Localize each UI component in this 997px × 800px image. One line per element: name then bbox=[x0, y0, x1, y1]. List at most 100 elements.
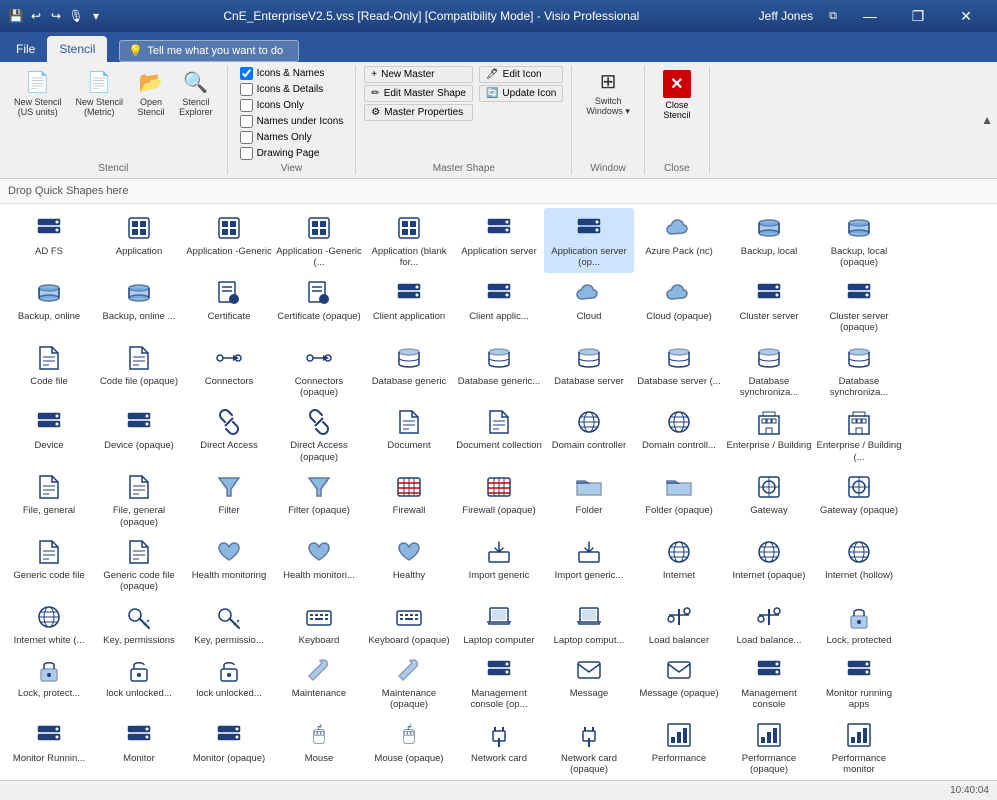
shape-item-firewall-op[interactable]: Firewall (opaque) bbox=[454, 467, 544, 532]
shape-item-cluster-server[interactable]: Cluster server bbox=[724, 273, 814, 338]
shape-item-filter-op[interactable]: Filter (opaque) bbox=[274, 467, 364, 532]
shape-item-lock-protected[interactable]: Lock, protected bbox=[814, 597, 904, 650]
shape-item-message[interactable]: Message bbox=[544, 650, 634, 715]
shape-item-performance-op[interactable]: Performance (opaque) bbox=[724, 715, 814, 780]
shape-item-backup-online-op[interactable]: Backup, online ... bbox=[94, 273, 184, 338]
shape-item-internet[interactable]: Internet bbox=[634, 532, 724, 597]
user-name[interactable]: Jeff Jones bbox=[759, 9, 813, 23]
tab-stencil[interactable]: Stencil bbox=[47, 36, 107, 62]
shape-item-health-monitoring[interactable]: Health monitoring bbox=[184, 532, 274, 597]
shape-item-connectors-op[interactable]: Connectors (opaque) bbox=[274, 338, 364, 403]
shape-item-import-generic-op[interactable]: Import generic... bbox=[544, 532, 634, 597]
tab-file[interactable]: File bbox=[4, 36, 47, 62]
shape-item-azure-pack-nc[interactable]: Azure Pack (nc) bbox=[634, 208, 724, 273]
shape-item-internet-white[interactable]: Internet white (... bbox=[4, 597, 94, 650]
tell-me-input[interactable]: 💡 Tell me what you want to do bbox=[119, 40, 299, 62]
shape-item-client-applic-op[interactable]: Client applic... bbox=[454, 273, 544, 338]
stencil-explorer-btn[interactable]: 🔍 StencilExplorer bbox=[173, 66, 219, 120]
icons-names-option[interactable]: Icons & Names bbox=[236, 66, 329, 81]
shape-item-backup-local[interactable]: Backup, local bbox=[724, 208, 814, 273]
shape-item-application-generic[interactable]: Application -Generic bbox=[184, 208, 274, 273]
icons-only-checkbox[interactable] bbox=[240, 99, 253, 112]
shape-item-healthy[interactable]: Healthy bbox=[364, 532, 454, 597]
shape-item-folder-op[interactable]: Folder (opaque) bbox=[634, 467, 724, 532]
shape-item-load-balanc-op[interactable]: Load balance... bbox=[724, 597, 814, 650]
shape-item-certificate[interactable]: Certificate bbox=[184, 273, 274, 338]
shape-item-performance[interactable]: Performance bbox=[634, 715, 724, 780]
shape-item-document[interactable]: Document bbox=[364, 402, 454, 467]
shape-item-database-server-op[interactable]: Database server (... bbox=[634, 338, 724, 403]
shape-item-database-generic-op[interactable]: Database generic... bbox=[454, 338, 544, 403]
shape-item-filter[interactable]: Filter bbox=[184, 467, 274, 532]
shape-item-file-general-op[interactable]: File, general (opaque) bbox=[94, 467, 184, 532]
shape-item-firewall[interactable]: Firewall bbox=[364, 467, 454, 532]
new-stencil-us-btn[interactable]: 📄 New Stencil(US units) bbox=[8, 66, 68, 120]
shape-item-mouse[interactable]: 🖱Mouse bbox=[274, 715, 364, 780]
shape-item-certificate-op[interactable]: Certificate (opaque) bbox=[274, 273, 364, 338]
names-under-checkbox[interactable] bbox=[240, 115, 253, 128]
quick-access-toolbar[interactable]: 💾 ↩ ↪ 🎙 ▾ bbox=[8, 8, 104, 24]
shape-item-enterprise-building-op[interactable]: Enterprise / Building (... bbox=[814, 402, 904, 467]
shape-item-generic-code-file[interactable]: Generic code file bbox=[4, 532, 94, 597]
master-properties-btn[interactable]: ⚙ Master Properties bbox=[364, 104, 473, 121]
shape-item-internet-hollow[interactable]: Internet (hollow) bbox=[814, 532, 904, 597]
minimize-btn[interactable]: — bbox=[847, 0, 893, 32]
shape-item-device[interactable]: Device bbox=[4, 402, 94, 467]
shape-item-keyboard-op[interactable]: Keyboard (opaque) bbox=[364, 597, 454, 650]
shape-item-gateway-op[interactable]: Gateway (opaque) bbox=[814, 467, 904, 532]
switch-windows-btn[interactable]: ⊞ SwitchWindows ▾ bbox=[580, 66, 636, 120]
shape-item-backup-online[interactable]: Backup, online bbox=[4, 273, 94, 338]
shape-item-database-server[interactable]: Database server bbox=[544, 338, 634, 403]
shape-item-network-card[interactable]: Network card bbox=[454, 715, 544, 780]
shape-item-laptop-computer[interactable]: Laptop computer bbox=[454, 597, 544, 650]
undo-icon[interactable]: ↩ bbox=[28, 8, 44, 24]
redo-icon[interactable]: ↪ bbox=[48, 8, 64, 24]
close-btn[interactable]: ✕ bbox=[943, 0, 989, 32]
shape-item-internet-op[interactable]: Internet (opaque) bbox=[724, 532, 814, 597]
shape-item-file-general[interactable]: File, general bbox=[4, 467, 94, 532]
drawing-page-option[interactable]: Drawing Page bbox=[236, 146, 324, 161]
shape-item-cloud-op[interactable]: Cloud (opaque) bbox=[634, 273, 724, 338]
shape-item-performance-monitor[interactable]: Performance monitor bbox=[814, 715, 904, 780]
shape-item-key-permissions[interactable]: Key, permissions bbox=[94, 597, 184, 650]
icons-names-checkbox[interactable] bbox=[240, 67, 253, 80]
icons-only-option[interactable]: Icons Only bbox=[236, 98, 308, 113]
shape-item-database-sync-op[interactable]: Database synchroniza... bbox=[814, 338, 904, 403]
close-stencil-btn[interactable]: ✕ CloseStencil bbox=[653, 66, 701, 124]
shape-item-mouse-op[interactable]: 🖱Mouse (opaque) bbox=[364, 715, 454, 780]
shape-item-code-file-op[interactable]: Code file (opaque) bbox=[94, 338, 184, 403]
shape-item-application-blank[interactable]: Application (blank for... bbox=[364, 208, 454, 273]
shape-item-keyboard[interactable]: Keyboard bbox=[274, 597, 364, 650]
new-master-btn[interactable]: + New Master bbox=[364, 66, 473, 83]
shape-item-lock-unlocked[interactable]: lock unlocked... bbox=[94, 650, 184, 715]
names-only-checkbox[interactable] bbox=[240, 131, 253, 144]
shape-item-load-balancer[interactable]: Load balancer bbox=[634, 597, 724, 650]
shape-item-application-server-op[interactable]: Application server (op... bbox=[544, 208, 634, 273]
shape-item-cloud[interactable]: Cloud bbox=[544, 273, 634, 338]
drawing-page-checkbox[interactable] bbox=[240, 147, 253, 160]
shape-item-maintenance[interactable]: Maintenance bbox=[274, 650, 364, 715]
qat-dropdown[interactable]: ▾ bbox=[88, 8, 104, 24]
maximize-btn[interactable]: ❐ bbox=[895, 0, 941, 32]
update-icon-btn[interactable]: 🔄 Update Icon bbox=[479, 85, 563, 102]
shape-item-message-op[interactable]: Message (opaque) bbox=[634, 650, 724, 715]
shape-item-monitor-runnin-op[interactable]: Monitor Runnin... bbox=[4, 715, 94, 780]
save-icon[interactable]: 💾 bbox=[8, 8, 24, 24]
shape-item-backup-local-op[interactable]: Backup, local (opaque) bbox=[814, 208, 904, 273]
icons-details-option[interactable]: Icons & Details bbox=[236, 82, 328, 97]
icons-details-checkbox[interactable] bbox=[240, 83, 253, 96]
edit-icon-btn[interactable]: 🖊 Edit Icon bbox=[479, 66, 563, 83]
shape-item-gateway[interactable]: Gateway bbox=[724, 467, 814, 532]
window-controls[interactable]: ⧉ — ❐ ✕ bbox=[821, 0, 989, 32]
shape-item-lock-protect-op[interactable]: Lock, protect... bbox=[4, 650, 94, 715]
shape-item-cluster-server-op[interactable]: Cluster server (opaque) bbox=[814, 273, 904, 338]
shape-item-maintenance-op[interactable]: Maintenance (opaque) bbox=[364, 650, 454, 715]
shape-item-monitor-op[interactable]: Monitor (opaque) bbox=[184, 715, 274, 780]
shape-item-ad-fs[interactable]: AD FS bbox=[4, 208, 94, 273]
edit-master-shape-btn[interactable]: ✏ Edit Master Shape bbox=[364, 85, 473, 102]
shape-item-database-sync[interactable]: Database synchroniza... bbox=[724, 338, 814, 403]
shape-item-code-file[interactable]: Code file bbox=[4, 338, 94, 403]
names-only-option[interactable]: Names Only bbox=[236, 130, 316, 145]
account-btn[interactable]: ⧉ bbox=[821, 0, 845, 32]
shape-item-device-op[interactable]: Device (opaque) bbox=[94, 402, 184, 467]
